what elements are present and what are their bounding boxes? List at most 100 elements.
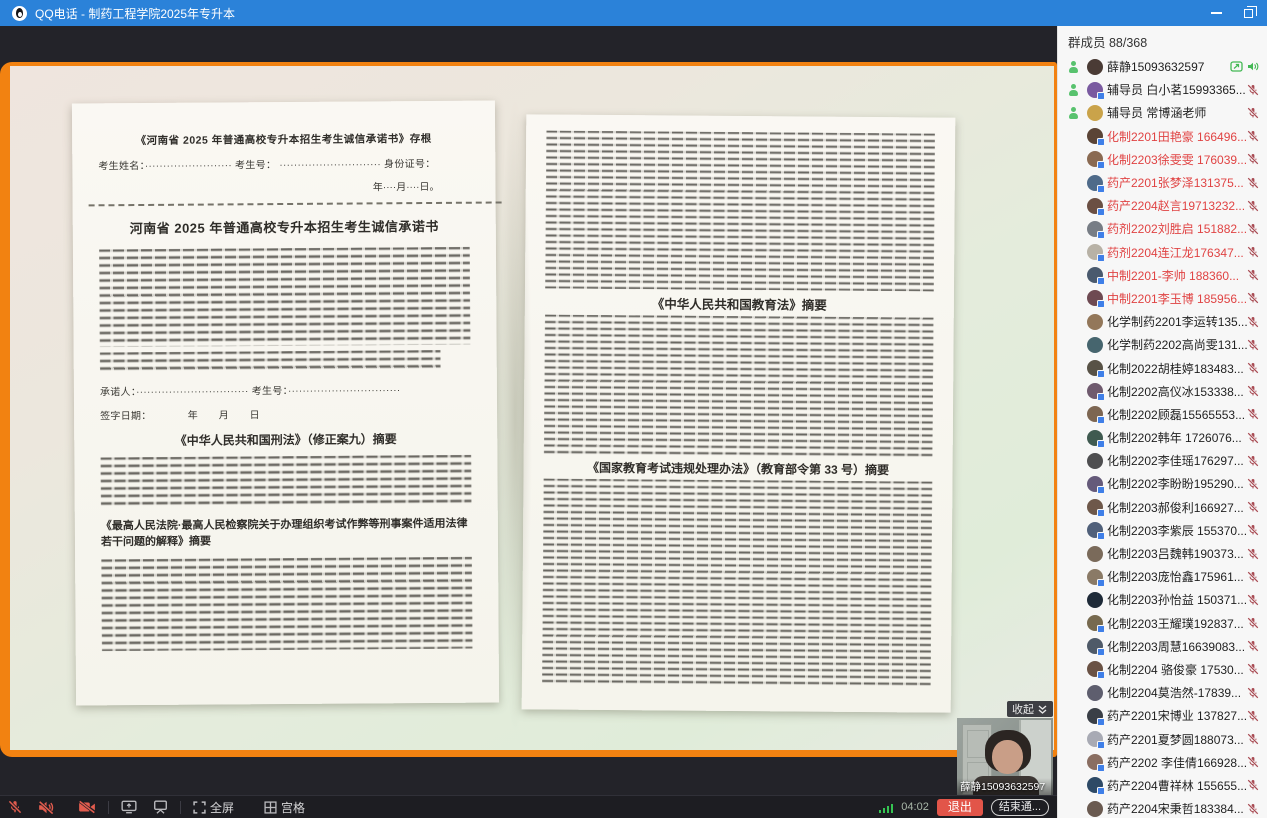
mic-muted-icon	[1247, 779, 1259, 791]
mic-muted-icon	[1247, 223, 1259, 235]
member-row[interactable]: 药产2204宋秉哲183384...	[1058, 797, 1267, 818]
avatar	[1087, 801, 1103, 817]
self-video-thumbnail[interactable]: 薛静15093632597	[957, 718, 1053, 795]
member-row[interactable]: 中制2201李玉博 185956...	[1058, 287, 1267, 310]
pledge-body-text	[100, 350, 441, 374]
member-name: 中制2201-李帅 188360...	[1107, 267, 1247, 284]
member-row[interactable]: 药产2201宋博业 137827...	[1058, 704, 1267, 727]
member-row[interactable]: 化制2203庞怡鑫175961...	[1058, 565, 1267, 588]
screen-share-frame: 《河南省 2025 年普通高校专升本招生考生诚信承诺书》存根 考生姓名：····…	[0, 62, 1057, 757]
member-row[interactable]: 药产2201夏梦圆188073...	[1058, 727, 1267, 750]
mic-muted-button[interactable]	[0, 796, 30, 818]
member-name: 药剂2204连江龙176347...	[1107, 244, 1247, 261]
member-row[interactable]: 化制2202李盼盼195290...	[1058, 472, 1267, 495]
member-row[interactable]: 药剂2204连江龙176347...	[1058, 241, 1267, 264]
avatar	[1087, 430, 1103, 446]
speaker-muted-button[interactable]	[30, 796, 62, 818]
member-name: 化制2204 骆俊豪 17530...	[1107, 661, 1247, 678]
member-row[interactable]: 化学制药2201李运转135...	[1058, 310, 1267, 333]
collapse-button[interactable]: 收起	[1007, 701, 1053, 717]
mic-muted-icon	[1247, 200, 1259, 212]
member-name: 化制2022胡桂婷183483...	[1107, 360, 1247, 377]
mic-muted-icon	[1247, 501, 1259, 513]
member-row[interactable]: 化制2202顾磊15565553...	[1058, 403, 1267, 426]
avatar	[1087, 82, 1103, 98]
avatar	[1087, 406, 1103, 422]
pledge-signer-line: 承诺人：······························· 考生号：…	[100, 381, 471, 399]
stub-fields: 考生姓名：························ 考生号： ·····…	[98, 155, 469, 173]
avatar	[1087, 615, 1103, 631]
member-row[interactable]: 薛静15093632597	[1058, 55, 1267, 78]
avatar	[1087, 685, 1103, 701]
mic-muted-icon	[1247, 153, 1259, 165]
avatar	[1087, 383, 1103, 399]
fullscreen-button[interactable]: 全屏	[185, 796, 242, 818]
member-row[interactable]: 化制2203李紫辰 155370...	[1058, 519, 1267, 542]
member-name: 药产2204曹祥林 155655...	[1107, 777, 1247, 794]
member-row[interactable]: 药产2204赵言19713232...	[1058, 194, 1267, 217]
member-row[interactable]: 化制2203徐雯雯 176039...	[1058, 148, 1267, 171]
member-panel: 群成员 88/368 薛静15093632597 辅导员 白小茗15993365…	[1057, 26, 1267, 818]
member-row[interactable]: 中制2201-李帅 188360...	[1058, 264, 1267, 287]
member-row[interactable]: 辅导员 白小茗15993365...	[1058, 78, 1267, 101]
member-name: 化制2202顾磊15565553...	[1107, 406, 1247, 423]
member-person-icon	[1067, 60, 1080, 73]
member-row[interactable]: 化制2203王耀璞192837...	[1058, 612, 1267, 635]
member-name: 化制2203王耀璞192837...	[1107, 615, 1247, 632]
avatar	[1087, 244, 1103, 260]
member-name: 化制2202韩年 1726076...	[1107, 429, 1247, 446]
member-row[interactable]: 药产2202 李佳倩166928...	[1058, 751, 1267, 774]
member-row[interactable]: 药产2201张梦泽131375...	[1058, 171, 1267, 194]
avatar	[1087, 499, 1103, 515]
member-row[interactable]: 化制2203孙怡益 150371...	[1058, 588, 1267, 611]
interpretation-title: 《最高人民法院·最高人民检察院关于办理组织考试作弊等刑事案件适用法律若干问题的解…	[101, 517, 472, 551]
restore-button[interactable]	[1244, 9, 1253, 18]
network-signal-icon	[879, 802, 894, 813]
avatar	[1087, 708, 1103, 724]
grid-view-button[interactable]: 宫格	[256, 796, 313, 818]
mic-muted-icon	[1247, 84, 1259, 96]
exit-button[interactable]: 退出	[937, 799, 983, 816]
video-name-label: 薛静15093632597	[957, 778, 1053, 795]
mic-muted-icon	[1247, 107, 1259, 119]
member-row[interactable]: 化制2201田艳豪 166496...	[1058, 125, 1267, 148]
education-law-body	[544, 314, 934, 457]
member-row[interactable]: 化制2202李佳瑶176297...	[1058, 449, 1267, 472]
mic-muted-icon	[1247, 269, 1259, 281]
member-panel-header: 群成员 88/368	[1058, 26, 1267, 55]
camera-off-button[interactable]	[70, 796, 104, 818]
grid-view-label: 宫格	[281, 799, 305, 816]
member-row[interactable]: 化学制药2202高尚雯131...	[1058, 333, 1267, 356]
member-row[interactable]: 化制2203郝俊利166927...	[1058, 496, 1267, 519]
member-row[interactable]: 化制2202韩年 1726076...	[1058, 426, 1267, 449]
minimize-button[interactable]	[1211, 12, 1222, 14]
share-screen-button[interactable]	[113, 796, 145, 818]
member-row[interactable]: 化制2204莫浩然-17839...	[1058, 681, 1267, 704]
avatar	[1087, 476, 1103, 492]
avatar	[1087, 360, 1103, 376]
member-row[interactable]: 辅导员 常博涵老师	[1058, 101, 1267, 124]
member-person-icon	[1067, 106, 1080, 119]
mic-muted-icon	[1247, 803, 1259, 815]
avatar	[1087, 522, 1103, 538]
whiteboard-button[interactable]	[145, 796, 176, 818]
member-name: 化制2203周慧16639083...	[1107, 638, 1247, 655]
mic-muted-icon	[1247, 687, 1259, 699]
end-call-button[interactable]: 结束通...	[991, 799, 1049, 816]
avatar	[1087, 221, 1103, 237]
member-row[interactable]: 药剂2202刘胜启 151882...	[1058, 217, 1267, 240]
member-name: 化制2203徐雯雯 176039...	[1107, 151, 1247, 168]
member-name: 药产2201夏梦圆188073...	[1107, 731, 1247, 748]
shared-document-photo: 《河南省 2025 年普通高校专升本招生考生诚信承诺书》存根 考生姓名：····…	[10, 66, 1054, 750]
member-row[interactable]: 药产2204曹祥林 155655...	[1058, 774, 1267, 797]
member-name: 药产2204宋秉哲183384...	[1107, 800, 1247, 817]
member-row[interactable]: 化制2204 骆俊豪 17530...	[1058, 658, 1267, 681]
member-row[interactable]: 化制2203周慧16639083...	[1058, 635, 1267, 658]
call-stage: 《河南省 2025 年普通高校专升本招生考生诚信承诺书》存根 考生姓名：····…	[0, 26, 1057, 818]
avatar	[1087, 198, 1103, 214]
member-name: 药产2204赵言19713232...	[1107, 197, 1247, 214]
member-row[interactable]: 化制2022胡桂婷183483...	[1058, 356, 1267, 379]
member-row[interactable]: 化制2203吕魏韩190373...	[1058, 542, 1267, 565]
member-row[interactable]: 化制2202高仪冰153338...	[1058, 380, 1267, 403]
mic-muted-icon	[1247, 617, 1259, 629]
